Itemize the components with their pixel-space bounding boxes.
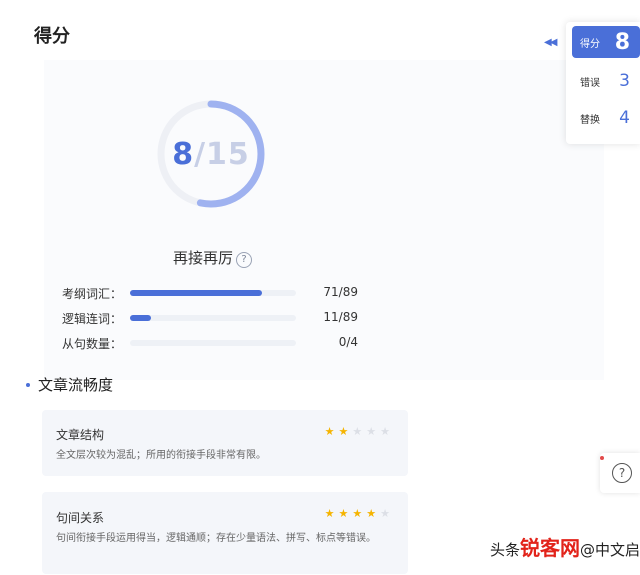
collapse-icon[interactable]: ◀◀ bbox=[544, 37, 557, 48]
metric-track bbox=[130, 290, 296, 296]
metric-fill bbox=[130, 315, 151, 321]
score-total: 15 bbox=[206, 136, 250, 172]
feedback-card: 文章结构 ★ ★ ★ ★ ★ 全文层次较为混乱；所用的衔接手段非常有限。 bbox=[42, 410, 408, 476]
card-description: 句间衔接手段运用得当，逻辑通顺；存在少量语法、拼写、标点等错误。 bbox=[56, 533, 376, 544]
watermark-brand: 锐客网 bbox=[520, 536, 581, 560]
star-empty-icon: ★ bbox=[352, 425, 363, 438]
star-filled-icon: ★ bbox=[352, 507, 363, 520]
tab-score[interactable]: 得分 8 bbox=[572, 26, 640, 58]
watermark-suffix: @中文启动员 bbox=[580, 541, 640, 559]
metric-row: 从句数量： 0/4 bbox=[62, 335, 372, 351]
metric-row: 考纲词汇： 71/89 bbox=[62, 285, 372, 301]
score-readout: 8/15 bbox=[155, 98, 267, 210]
card-title: 文章结构 bbox=[56, 428, 105, 442]
side-panel: 得分 8 错误 3 替换 4 bbox=[566, 22, 640, 144]
metric-label: 考纲词汇： bbox=[62, 287, 123, 301]
star-rating: ★ ★ ★ ★ ★ bbox=[325, 508, 390, 519]
level-label: 再接再厉 ? bbox=[173, 246, 253, 268]
page-title: 得分 bbox=[34, 26, 70, 47]
tab-value: 4 bbox=[619, 108, 630, 128]
section-title: 文章流畅度 bbox=[26, 374, 113, 395]
star-filled-icon: ★ bbox=[366, 507, 377, 520]
score-separator: / bbox=[194, 136, 207, 172]
star-empty-icon: ★ bbox=[380, 425, 390, 438]
score-value: 8 bbox=[172, 136, 195, 172]
metric-row: 逻辑连词： 11/89 bbox=[62, 310, 372, 326]
card-description: 全文层次较为混乱；所用的衔接手段非常有限。 bbox=[56, 450, 266, 461]
section-title-text: 文章流畅度 bbox=[38, 376, 114, 394]
tab-errors[interactable]: 错误 3 bbox=[572, 65, 640, 97]
bullet-dot bbox=[26, 382, 30, 387]
tab-label: 替换 bbox=[580, 114, 600, 126]
tab-value: 3 bbox=[619, 71, 630, 91]
metric-fill bbox=[130, 290, 263, 296]
star-filled-icon: ★ bbox=[338, 425, 349, 438]
watermark-prefix: 头条 bbox=[490, 541, 521, 559]
metric-track bbox=[130, 315, 296, 321]
floating-help-button[interactable]: ? bbox=[600, 453, 640, 493]
feedback-card: 句间关系 ★ ★ ★ ★ ★ 句间衔接手段运用得当，逻辑通顺；存在少量语法、拼写、标点等… bbox=[42, 492, 408, 574]
tab-replace[interactable]: 替换 4 bbox=[572, 102, 640, 134]
star-filled-icon: ★ bbox=[324, 507, 335, 520]
tab-label: 得分 bbox=[580, 38, 600, 50]
star-filled-icon: ★ bbox=[324, 425, 335, 438]
metric-value: 11/89 bbox=[323, 310, 358, 324]
star-empty-icon: ★ bbox=[380, 507, 390, 520]
metric-value: 0/4 bbox=[338, 335, 358, 349]
metric-label: 逻辑连词： bbox=[62, 312, 123, 326]
watermark: 头条锐客网@中文启动员 bbox=[490, 532, 640, 561]
tab-label: 错误 bbox=[580, 77, 600, 89]
metric-label: 从句数量： bbox=[62, 337, 123, 351]
metric-value: 71/89 bbox=[323, 285, 358, 299]
star-rating: ★ ★ ★ ★ ★ bbox=[325, 426, 390, 437]
score-panel bbox=[44, 60, 604, 380]
tab-value: 8 bbox=[614, 29, 630, 55]
notification-dot bbox=[600, 456, 604, 460]
help-icon[interactable]: ? bbox=[236, 252, 253, 268]
metric-track bbox=[130, 340, 296, 346]
star-filled-icon: ★ bbox=[338, 507, 349, 520]
card-title: 句间关系 bbox=[56, 511, 105, 525]
star-empty-icon: ★ bbox=[366, 425, 377, 438]
question-icon: ? bbox=[612, 463, 632, 483]
level-text: 再接再厉 bbox=[173, 248, 234, 267]
